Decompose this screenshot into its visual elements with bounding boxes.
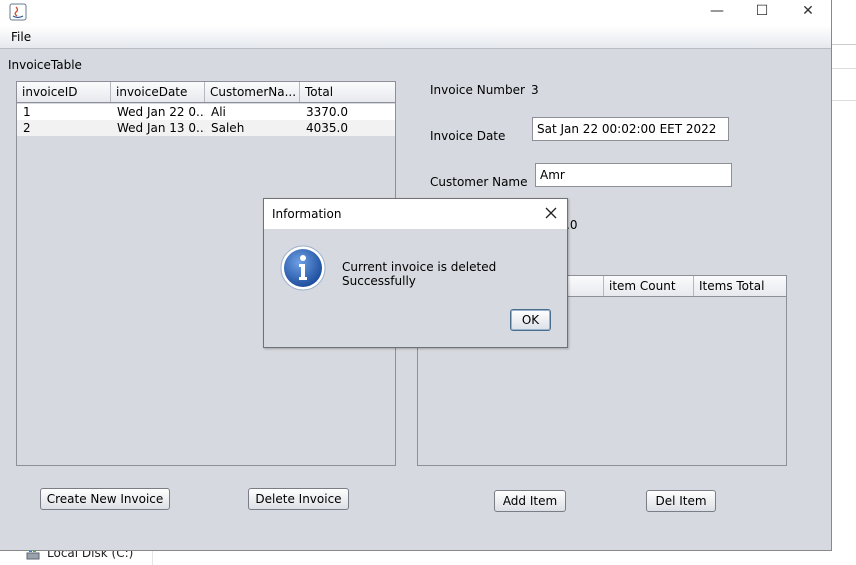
- cell-invoice-id: 1: [23, 105, 31, 119]
- column-header-items-total[interactable]: Items Total: [694, 276, 786, 296]
- column-header-invoice-id[interactable]: invoiceID: [17, 82, 111, 102]
- table-row[interactable]: 2 Wed Jan 13 0... Saleh 4035.0: [17, 120, 395, 136]
- column-header-total[interactable]: Total: [300, 82, 395, 102]
- dialog-title-bar: Information: [264, 199, 567, 229]
- cell-invoice-date: Wed Jan 22 0...: [117, 105, 205, 119]
- menu-file[interactable]: File: [11, 30, 31, 44]
- close-button[interactable]: ✕: [785, 0, 831, 26]
- dialog-title: Information: [272, 207, 342, 221]
- divider: [152, 551, 153, 565]
- add-item-button[interactable]: Add Item: [494, 490, 566, 512]
- minimize-button[interactable]: —: [694, 0, 740, 26]
- title-bar: — ☐ ✕: [0, 0, 831, 26]
- column-header-customer-name[interactable]: CustomerNa...: [205, 82, 300, 102]
- cell-customer-name: Ali: [211, 105, 226, 119]
- invoice-date-label: Invoice Date: [430, 129, 506, 143]
- cell-total: 3370.0: [306, 105, 348, 119]
- invoice-number-value: 3: [531, 83, 539, 97]
- menu-bar: File: [0, 26, 831, 49]
- invoice-date-field[interactable]: Sat Jan 22 00:02:00 EET 2022: [532, 117, 729, 141]
- cell-total: 4035.0: [306, 121, 348, 135]
- java-app-icon: [9, 3, 27, 21]
- column-header-item-count[interactable]: item Count: [604, 276, 694, 296]
- invoice-number-label: Invoice Number: [430, 83, 525, 97]
- del-item-button[interactable]: Del Item: [646, 490, 716, 512]
- information-dialog: Information Current invoice is deleted S…: [263, 198, 568, 348]
- customer-name-field[interactable]: Amr: [535, 163, 732, 187]
- delete-invoice-button[interactable]: Delete Invoice: [248, 488, 349, 510]
- ok-button[interactable]: OK: [510, 309, 551, 331]
- maximize-button[interactable]: ☐: [739, 0, 785, 26]
- background-window-edge: [832, 68, 856, 69]
- background-window-edge: [832, 100, 856, 101]
- customer-name-label: Customer Name: [430, 175, 528, 189]
- create-new-invoice-button[interactable]: Create New Invoice: [40, 488, 170, 510]
- background-window-edge: [832, 44, 856, 45]
- close-icon[interactable]: [543, 205, 559, 221]
- dialog-message: Current invoice is deleted Successfully: [342, 260, 497, 288]
- info-icon: [280, 245, 326, 291]
- cell-invoice-date: Wed Jan 13 0...: [117, 121, 205, 135]
- column-header-invoice-date[interactable]: invoiceDate: [111, 82, 205, 102]
- table-row[interactable]: 1 Wed Jan 22 0... Ali 3370.0: [17, 104, 395, 120]
- cell-invoice-id: 2: [23, 121, 31, 135]
- invoice-table-header: invoiceID invoiceDate CustomerNa... Tota…: [17, 82, 395, 103]
- cell-customer-name: Saleh: [211, 121, 245, 135]
- invoice-table-label: InvoiceTable: [8, 58, 82, 72]
